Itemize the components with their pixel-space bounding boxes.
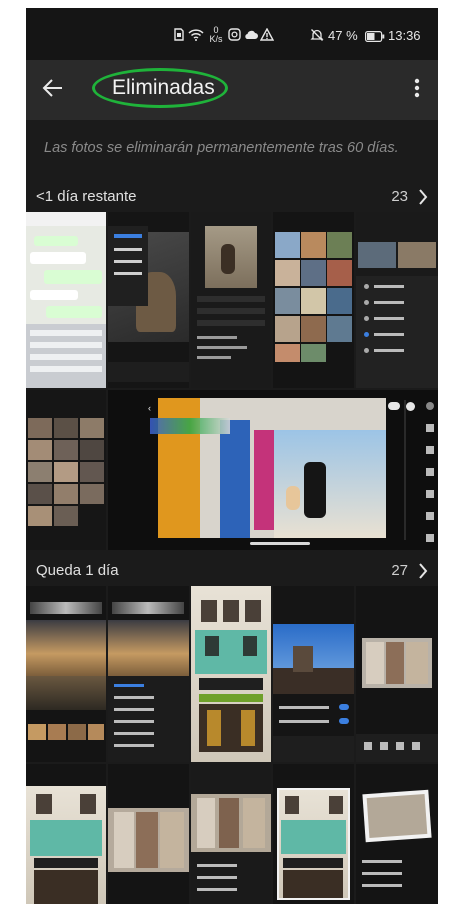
- porto-facades-photo[interactable]: [108, 764, 189, 904]
- casa-oriental-building[interactable]: [191, 586, 271, 762]
- whatsapp-chat-screenshot[interactable]: [26, 212, 106, 388]
- data-rate: 0 K/s: [209, 25, 223, 44]
- warning-icon: [259, 27, 275, 44]
- cloud-icon: [244, 28, 258, 44]
- chevron-right-icon: [418, 185, 428, 212]
- phone-screen: 0 K/s 47 % 13:36 Eliminadas Las fotos se…: [26, 8, 438, 904]
- more-options-button[interactable]: [414, 74, 420, 106]
- photo-grid-screenshot[interactable]: [26, 390, 106, 550]
- mute-bell-icon: [310, 28, 324, 45]
- battery-level: 47 %: [328, 28, 358, 43]
- section-label: Queda 1 día: [36, 562, 119, 579]
- photo-info-screenshot[interactable]: [191, 212, 271, 388]
- back-button[interactable]: [42, 74, 64, 106]
- deletion-notice: Las fotos se eliminarán permanentemente …: [44, 140, 399, 156]
- clock: 13:36: [388, 28, 421, 43]
- filter-menu-screenshot[interactable]: [356, 212, 438, 388]
- instagram-icon: [228, 28, 241, 44]
- porto-facades-edit[interactable]: [356, 586, 438, 762]
- section-header-one-day[interactable]: Queda 1 día 27: [26, 556, 438, 586]
- porto-facades-crop[interactable]: [356, 764, 438, 904]
- status-bar: 0 K/s 47 % 13:36: [26, 8, 438, 60]
- casa-oriental-edit[interactable]: [26, 764, 106, 904]
- album-grid-screenshot[interactable]: [273, 212, 354, 388]
- section-label: <1 día restante: [36, 188, 137, 205]
- more-vertical-icon: [414, 78, 420, 98]
- sim-card-icon: [174, 28, 184, 44]
- section-count: 23: [391, 188, 408, 205]
- wifi-icon: [188, 28, 204, 44]
- lightroom-editor-screenshot[interactable]: ‹: [108, 390, 438, 550]
- sunset-sea-menu[interactable]: [108, 586, 189, 762]
- chevron-right-icon: [418, 559, 428, 586]
- title-highlight-circle: [92, 68, 228, 108]
- section-header-less-than-one-day[interactable]: <1 día restante 23: [26, 182, 438, 212]
- app-bar: Eliminadas: [26, 60, 438, 120]
- sunset-sea-edit[interactable]: [26, 586, 106, 762]
- arrow-left-icon: [42, 79, 62, 97]
- casa-oriental-crop[interactable]: [273, 764, 354, 904]
- section-count: 27: [391, 562, 408, 579]
- street-sky-edit[interactable]: [273, 586, 354, 762]
- battery-icon: [365, 30, 385, 45]
- porto-street-edit[interactable]: [191, 764, 271, 904]
- lightroom-menu-screenshot[interactable]: [108, 212, 189, 388]
